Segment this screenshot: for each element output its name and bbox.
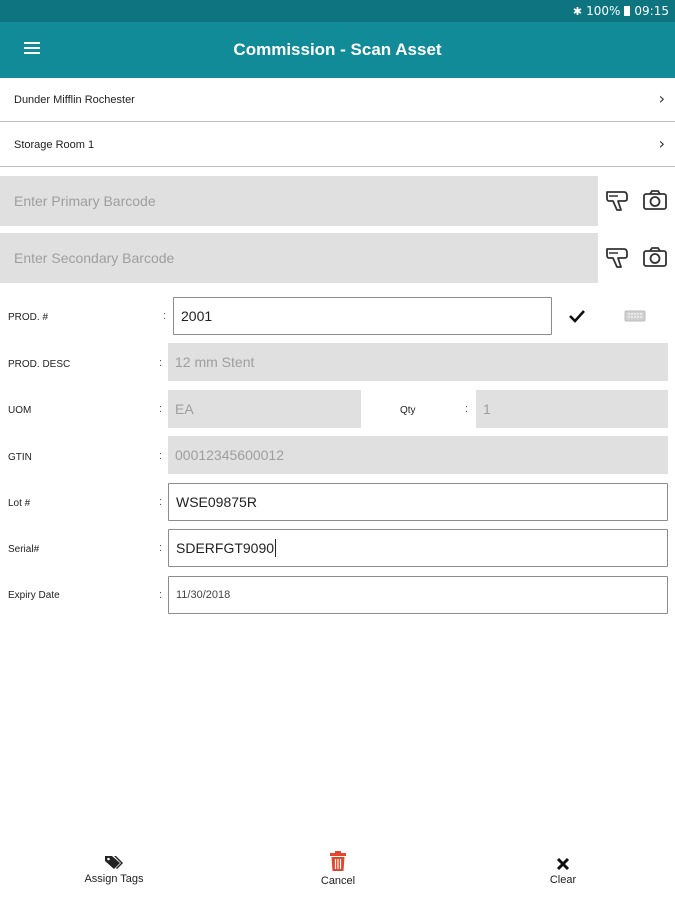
assign-tags-label: Assign Tags [84, 873, 144, 885]
battery-icon [624, 6, 631, 16]
qty-label: Qty [400, 405, 416, 416]
colon: : [163, 310, 167, 322]
bluetooth-icon: ✱ [572, 4, 583, 18]
prod-desc-label: PROD. DESC [8, 359, 71, 370]
serial-label: Serial# [8, 544, 40, 555]
colon: : [159, 589, 163, 601]
site-label: Dunder Mifflin Rochester [14, 94, 135, 106]
trash-icon [330, 851, 346, 871]
clear-label: Clear [549, 874, 577, 886]
status-bar: ✱ 100% 09:15 [0, 0, 675, 22]
gtin-field: 00012345600012 [168, 436, 668, 474]
prod-no-label: PROD. # [8, 312, 49, 323]
secondary-barcode-input[interactable] [0, 233, 598, 283]
chevron-right-icon: › [658, 134, 665, 153]
barcode-scanner-icon[interactable] [604, 187, 630, 213]
room-selector[interactable]: Storage Room 1 › [0, 123, 675, 167]
keyboard-icon[interactable] [624, 310, 646, 322]
clock: 09:15 [634, 4, 669, 18]
expiry-date-input[interactable]: 11/30/2018 [168, 576, 668, 614]
bottom-action-bar: Assign Tags Cancel Clear [0, 845, 675, 900]
cancel-label: Cancel [320, 875, 356, 887]
serial-input[interactable]: SDERFGT9090 [168, 529, 668, 567]
serial-value: SDERFGT9090 [176, 540, 275, 556]
gtin-label: GTIN [8, 452, 32, 463]
chevron-right-icon: › [658, 89, 665, 108]
prod-desc-field: 12 mm Stent [168, 343, 668, 381]
camera-icon[interactable] [642, 187, 668, 213]
battery-level: 100% [586, 4, 621, 18]
assign-tags-button[interactable]: Assign Tags [76, 854, 152, 885]
colon: : [159, 542, 163, 554]
colon: : [159, 403, 163, 415]
close-icon [556, 857, 570, 871]
uom-field: EA [168, 390, 361, 428]
room-label: Storage Room 1 [14, 139, 95, 151]
barcode-scanner-icon[interactable] [604, 244, 630, 270]
app-bar: Commission - Scan Asset [0, 22, 675, 78]
colon: : [159, 357, 163, 369]
camera-icon[interactable] [642, 244, 668, 270]
lot-label: Lot # [8, 498, 31, 509]
uom-label: UOM [8, 405, 32, 416]
clear-button[interactable]: Clear [538, 857, 588, 886]
page-title: Commission - Scan Asset [233, 40, 442, 59]
text-cursor [275, 539, 277, 557]
qty-field: 1 [476, 390, 668, 428]
tags-icon [105, 856, 123, 869]
primary-barcode-input[interactable] [0, 176, 598, 226]
colon: : [159, 450, 163, 462]
site-selector[interactable]: Dunder Mifflin Rochester › [0, 78, 675, 122]
colon: : [465, 403, 469, 415]
expiry-label: Expiry Date [8, 590, 60, 601]
lot-input[interactable]: WSE09875R [168, 483, 668, 521]
prod-no-input[interactable]: 2001 [173, 297, 552, 335]
colon: : [159, 496, 163, 508]
cancel-button[interactable]: Cancel [309, 850, 367, 887]
check-icon[interactable] [568, 308, 586, 324]
